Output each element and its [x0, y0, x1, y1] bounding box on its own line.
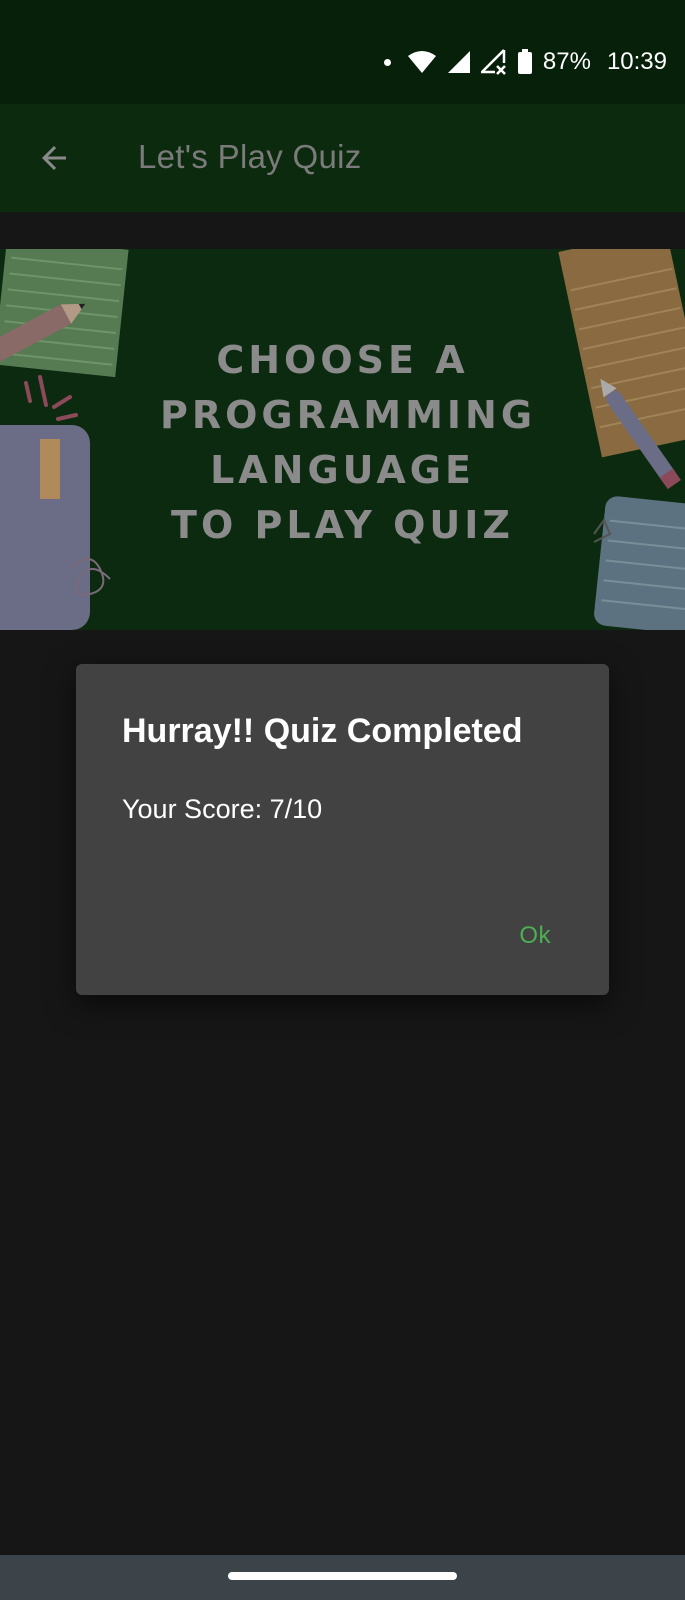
- navigation-bar: [0, 1555, 685, 1600]
- status-bar: 87% 10:39: [0, 0, 685, 104]
- arrow-back-icon: [42, 146, 66, 170]
- status-icons: 87% 10:39: [383, 42, 667, 82]
- wifi-icon: [407, 50, 437, 74]
- banner-line: TO PLAY QUIZ: [171, 503, 514, 547]
- banner-line: LANGUAGE: [210, 448, 475, 492]
- dialog-message: Your Score: 7/10: [122, 794, 323, 824]
- banner-heading: CHOOSE A PROGRAMMING LANGUAGE TO PLAY QU…: [160, 333, 537, 553]
- quiz-completed-dialog: Hurray!! Quiz Completed Your Score: 7/10…: [76, 664, 609, 995]
- clock: 10:39: [606, 48, 667, 75]
- signal-icon: [447, 50, 471, 74]
- battery-icon: [517, 49, 533, 75]
- back-button[interactable]: [30, 134, 78, 182]
- home-indicator[interactable]: [228, 1572, 457, 1580]
- battery-percent: 87%: [542, 48, 591, 75]
- dialog-title: Hurray!! Quiz Completed: [122, 712, 523, 750]
- notification-dot-icon: [383, 58, 391, 66]
- banner-line: PROGRAMMING: [160, 393, 537, 437]
- app-title: Let's Play Quiz: [138, 138, 362, 175]
- banner-image: CHOOSE A PROGRAMMING LANGUAGE TO PLAY QU…: [0, 249, 685, 630]
- ok-button[interactable]: Ok: [509, 916, 561, 956]
- app-bar: Let's Play Quiz: [0, 104, 685, 212]
- signal-no-data-icon: [480, 49, 507, 75]
- banner-line: CHOOSE A: [216, 338, 469, 382]
